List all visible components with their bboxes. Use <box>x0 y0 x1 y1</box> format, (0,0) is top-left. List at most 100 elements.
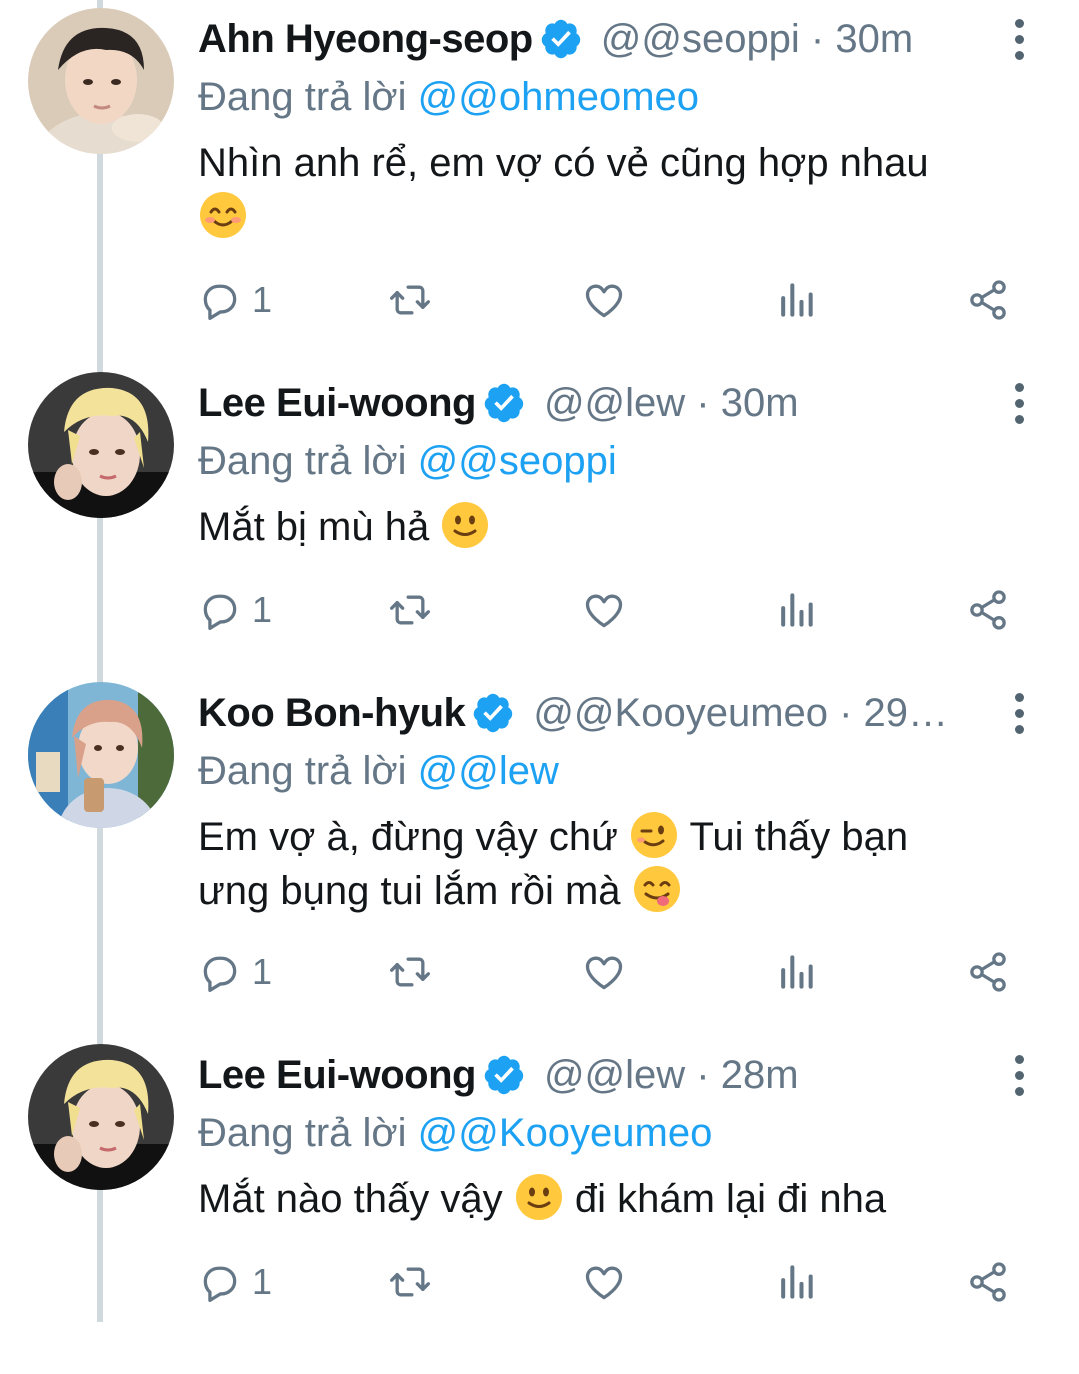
handle-and-timestamp[interactable]: @@lew · 30m <box>544 372 799 434</box>
tweet-text-part: đi khám lại đi nha <box>574 1177 887 1221</box>
verified-badge-icon <box>541 19 580 59</box>
reply-count: 1 <box>252 951 273 992</box>
retweet-icon <box>390 957 430 987</box>
like-button[interactable] <box>582 1252 626 1312</box>
reply-mention-link[interactable]: @@Kooyeumeo <box>418 1111 713 1155</box>
replying-to: Đang trả lời @@Kooyeumeo <box>198 1106 989 1160</box>
tweet[interactable]: Koo Bon-hyuk @@Kooyeumeo · 29… Đang trả … <box>0 682 1079 1012</box>
reply-icon <box>203 594 237 630</box>
like-button[interactable] <box>582 942 626 1002</box>
winking-face-emoji <box>629 810 679 860</box>
smiling-face-with-smiling-eyes-emoji <box>198 190 248 240</box>
tweet-actions: 1 <box>198 942 1028 1002</box>
share-button[interactable] <box>966 942 1010 1002</box>
like-button[interactable] <box>582 580 626 640</box>
avatar[interactable] <box>28 1044 174 1190</box>
retweet-icon <box>390 1267 430 1297</box>
heart-icon <box>585 1266 623 1300</box>
retweet-button[interactable] <box>388 580 432 640</box>
reply-mention-link[interactable]: @@ohmeomeo <box>418 75 699 119</box>
avatar[interactable] <box>28 8 174 154</box>
tweet-actions: 1 <box>198 270 1028 330</box>
tweet[interactable]: Lee Eui-woong @@lew · 28m Đang trả lời @… <box>0 1044 1079 1374</box>
analytics-button[interactable] <box>774 270 818 330</box>
author-name[interactable]: Koo Bon-hyuk <box>198 682 466 744</box>
replying-to-prefix: Đang trả lời <box>198 439 407 483</box>
author-name[interactable]: Lee Eui-woong <box>198 372 476 434</box>
avatar-image <box>28 372 174 518</box>
reply-count: 1 <box>252 589 273 630</box>
share-icon <box>970 280 1006 320</box>
slightly-smiling-face-emoji <box>440 500 490 550</box>
tweet-header: Ahn Hyeong-seop @@seoppi · 30m <box>198 8 989 70</box>
retweet-button[interactable] <box>388 942 432 1002</box>
heart-icon <box>585 594 623 628</box>
heart-icon <box>585 284 623 318</box>
face-savoring-food-emoji <box>632 864 682 914</box>
tweet-text-part: Nhìn anh rể, em vợ có vẻ cũng hợp nhau <box>198 141 929 185</box>
share-button[interactable] <box>966 1252 1010 1312</box>
tweet[interactable]: Ahn Hyeong-seop @@seoppi · 30m Đang trả … <box>0 8 1079 338</box>
tweet-header: Lee Eui-woong @@lew · 30m <box>198 372 989 434</box>
share-button[interactable] <box>966 580 1010 640</box>
analytics-button[interactable] <box>774 1252 818 1312</box>
reply-count: 1 <box>252 279 273 320</box>
tweet-text-part: Mắt bị mù hả <box>198 505 430 549</box>
avatar[interactable] <box>28 372 174 518</box>
replying-to-prefix: Đang trả lời <box>198 75 407 119</box>
reply-icon <box>203 1266 237 1302</box>
reply-button[interactable]: 1 <box>198 942 272 1002</box>
reply-count: 1 <box>252 1261 273 1302</box>
reply-mention-link[interactable]: @@seoppi <box>418 439 617 483</box>
avatar[interactable] <box>28 682 174 828</box>
reply-button[interactable]: 1 <box>198 580 272 640</box>
analytics-button[interactable] <box>774 942 818 1002</box>
tweet-text-part: Mắt nào thấy vậy <box>198 1177 503 1221</box>
share-icon <box>970 952 1006 992</box>
avatar-image <box>28 1044 174 1190</box>
replying-to-prefix: Đang trả lời <box>198 1111 407 1155</box>
avatar-image <box>28 8 174 154</box>
analytics-button[interactable] <box>774 580 818 640</box>
analytics-icon <box>781 955 813 989</box>
avatar-image <box>28 682 174 828</box>
reply-icon <box>203 956 237 992</box>
tweet[interactable]: Lee Eui-woong @@lew · 30m Đang trả lời @… <box>0 372 1079 702</box>
reply-button[interactable]: 1 <box>198 1252 272 1312</box>
more-options-icon[interactable] <box>999 685 1039 741</box>
handle-and-timestamp[interactable]: @@lew · 28m <box>544 1044 799 1106</box>
verified-badge-icon <box>474 693 513 733</box>
author-name[interactable]: Lee Eui-woong <box>198 1044 476 1106</box>
replying-to: Đang trả lời @@lew <box>198 744 989 798</box>
verified-badge-icon <box>484 1055 524 1095</box>
tweet-text: Nhìn anh rể, em vợ có vẻ cũng hợp nhau <box>198 136 989 244</box>
share-button[interactable] <box>966 270 1010 330</box>
retweet-icon <box>390 595 430 625</box>
reply-button[interactable]: 1 <box>198 270 272 330</box>
tweet-actions: 1 <box>198 580 1028 640</box>
more-options-icon[interactable] <box>999 375 1039 431</box>
replying-to: Đang trả lời @@seoppi <box>198 434 989 488</box>
tweet-text: Em vợ à, đừng vậy chứ Tui thấy bạn ưng b… <box>198 810 989 918</box>
tweet-header: Lee Eui-woong @@lew · 28m <box>198 1044 989 1106</box>
tweet-header: Koo Bon-hyuk @@Kooyeumeo · 29… <box>198 682 989 744</box>
replying-to: Đang trả lời @@ohmeomeo <box>198 70 989 124</box>
verified-badge-icon <box>484 383 524 423</box>
analytics-icon <box>781 1265 813 1299</box>
tweet-text-part: Em vợ à, đừng vậy chứ <box>198 815 618 859</box>
reply-mention-link[interactable]: @@lew <box>418 749 559 793</box>
tweet-text: Mắt bị mù hả <box>198 500 989 554</box>
more-options-icon[interactable] <box>999 11 1039 67</box>
more-options-icon[interactable] <box>999 1047 1039 1103</box>
slightly-smiling-face-emoji <box>514 1172 564 1222</box>
tweet-text: Mắt nào thấy vậy đi khám lại đi nha <box>198 1172 989 1226</box>
author-name[interactable]: Ahn Hyeong-seop <box>198 8 533 70</box>
handle-and-timestamp[interactable]: @@Kooyeumeo · 29… <box>533 682 948 744</box>
like-button[interactable] <box>582 270 626 330</box>
retweet-icon <box>390 285 430 315</box>
reply-icon <box>203 284 237 320</box>
retweet-button[interactable] <box>388 270 432 330</box>
heart-icon <box>585 956 623 990</box>
retweet-button[interactable] <box>388 1252 432 1312</box>
handle-and-timestamp[interactable]: @@seoppi · 30m <box>601 8 913 70</box>
